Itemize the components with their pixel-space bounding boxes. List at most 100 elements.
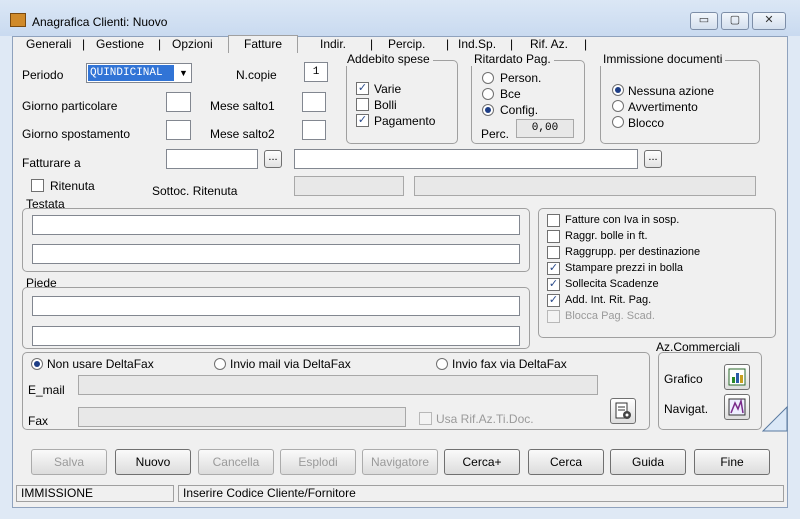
periodo-label: Periodo (22, 68, 64, 82)
addebito-title: Addebito spese (344, 52, 433, 66)
testata-line2-input[interactable] (32, 244, 520, 264)
bolli-checkbox[interactable] (356, 98, 369, 111)
navigatore-button[interactable]: Navigatore (362, 449, 438, 475)
add-int-rit-pag-label: Add. Int. Rit. Pag. (565, 294, 652, 306)
ncopie-label: N.copie (236, 68, 277, 82)
testata-line1-input[interactable] (32, 215, 520, 235)
pagamento-label: Pagamento (374, 114, 436, 128)
ritardato-title: Ritardato Pag. (471, 52, 554, 66)
config-radio[interactable] (482, 104, 494, 116)
ritenuta-label: Ritenuta (50, 179, 95, 193)
tab-percip[interactable]: Percip. (388, 37, 425, 53)
periodo-value: QUINDICINAL (88, 65, 174, 81)
giorno-spostamento-label: Giorno spostamento (22, 127, 131, 141)
document-gear-icon (615, 402, 631, 419)
blocca-pag-scad-checkbox[interactable] (547, 310, 560, 323)
tab-generali[interactable]: Generali (26, 37, 71, 53)
immissione-title: Immissione documenti (600, 52, 726, 66)
cerca-plus-button[interactable]: Cerca+ (444, 449, 520, 475)
pagamento-checkbox[interactable]: ✓ (356, 114, 369, 127)
fatturare-code-input[interactable] (166, 149, 258, 169)
tab-opzioni[interactable]: Opzioni (172, 37, 213, 53)
invio-mail-label: Invio mail via DeltaFax (230, 357, 351, 371)
nessuna-azione-radio[interactable] (612, 84, 624, 96)
periodo-select[interactable]: QUINDICINAL ▼ (86, 63, 192, 83)
cancella-button[interactable]: Cancella (198, 449, 274, 475)
guida-button[interactable]: Guida (610, 449, 686, 475)
mese-salto1-input[interactable] (302, 92, 326, 112)
raggrupp-destinazione-label: Raggrupp. per destinazione (565, 246, 701, 258)
mese-salto2-input[interactable] (302, 120, 326, 140)
esplodi-button[interactable]: Esplodi (280, 449, 356, 475)
giorno-particolare-label: Giorno particolare (22, 99, 118, 113)
mese-salto1-label: Mese salto1 (210, 99, 275, 113)
bce-radio[interactable] (482, 88, 494, 100)
tab-rif-az[interactable]: Rif. Az. (530, 37, 568, 53)
minimize-button[interactable]: ▭ (690, 12, 718, 30)
tab-separator: | (158, 37, 162, 51)
nessuna-azione-label: Nessuna azione (628, 84, 715, 98)
piede-line2-input[interactable] (32, 326, 520, 346)
invio-fax-radio[interactable] (436, 358, 448, 370)
sottoc-ritenuta-desc-input[interactable] (414, 176, 756, 196)
varie-checkbox[interactable]: ✓ (356, 82, 369, 95)
app-icon (10, 13, 26, 27)
nuovo-button[interactable]: Nuovo (115, 449, 191, 475)
invio-mail-radio[interactable] (214, 358, 226, 370)
avvertimento-radio[interactable] (612, 100, 624, 112)
fine-button[interactable]: Fine (694, 449, 770, 475)
navigat-button[interactable] (724, 394, 750, 420)
config-label: Config. (500, 103, 539, 117)
navigat-label: Navigat. (664, 402, 709, 416)
tab-separator: | (370, 37, 374, 51)
mese-salto2-label: Mese salto2 (210, 127, 275, 141)
fatturare-code-lookup-button[interactable]: ... (264, 150, 282, 168)
tab-indir[interactable]: Indir. (320, 37, 346, 53)
fax-input[interactable] (78, 407, 406, 427)
stampare-prezzi-label: Stampare prezzi in bolla (565, 262, 684, 274)
fatture-iva-sosp-checkbox[interactable] (547, 214, 560, 227)
tab-separator: | (446, 37, 450, 51)
usa-rif-checkbox[interactable] (419, 412, 432, 425)
blocca-pag-scad-label: Blocca Pag. Scad. (565, 310, 655, 322)
invio-fax-label: Invio fax via DeltaFax (452, 357, 567, 371)
salva-button[interactable]: Salva (31, 449, 107, 475)
perc-label: Perc. (481, 127, 510, 141)
tab-ind-sp[interactable]: Ind.Sp. (458, 37, 496, 53)
grafico-label: Grafico (664, 372, 703, 386)
tab-separator: | (82, 37, 86, 51)
person-radio[interactable] (482, 72, 494, 84)
email-input[interactable] (78, 375, 598, 395)
chevron-down-icon[interactable]: ▼ (176, 65, 191, 81)
maximize-button[interactable]: ▢ (721, 12, 749, 30)
fatturare-name-lookup-button[interactable]: ... (644, 150, 662, 168)
chart-icon (728, 368, 746, 386)
stampare-prezzi-checkbox[interactable]: ✓ (547, 262, 560, 275)
ritenuta-checkbox[interactable] (31, 179, 44, 192)
giorno-particolare-input[interactable] (166, 92, 191, 112)
tab-fatture[interactable]: Fatture (228, 35, 298, 53)
navigator-icon (728, 398, 746, 416)
corner-fold-icon (762, 406, 788, 432)
sottoc-ritenuta-code-input[interactable] (294, 176, 404, 196)
non-usare-deltafax-label: Non usare DeltaFax (47, 357, 154, 371)
person-label: Person. (500, 71, 542, 85)
sollecita-scadenze-label: Sollecita Scadenze (565, 278, 659, 290)
grafico-button[interactable] (724, 364, 750, 390)
piede-line1-input[interactable] (32, 296, 520, 316)
perc-input[interactable]: 0,00 (516, 119, 574, 138)
close-button[interactable]: ✕ (752, 12, 786, 30)
status-mode: IMMISSIONE (16, 485, 174, 502)
tab-gestione[interactable]: Gestione (96, 37, 144, 53)
deltafax-settings-button[interactable] (610, 398, 636, 424)
non-usare-deltafax-radio[interactable] (31, 358, 43, 370)
blocco-radio[interactable] (612, 116, 624, 128)
raggr-bolle-checkbox[interactable] (547, 230, 560, 243)
giorno-spostamento-input[interactable] (166, 120, 191, 140)
sollecita-scadenze-checkbox[interactable]: ✓ (547, 278, 560, 291)
fatturare-name-input[interactable] (294, 149, 638, 169)
cerca-button[interactable]: Cerca (528, 449, 604, 475)
ncopie-input[interactable]: 1 (304, 62, 328, 82)
raggrupp-destinazione-checkbox[interactable] (547, 246, 560, 259)
add-int-rit-pag-checkbox[interactable]: ✓ (547, 294, 560, 307)
